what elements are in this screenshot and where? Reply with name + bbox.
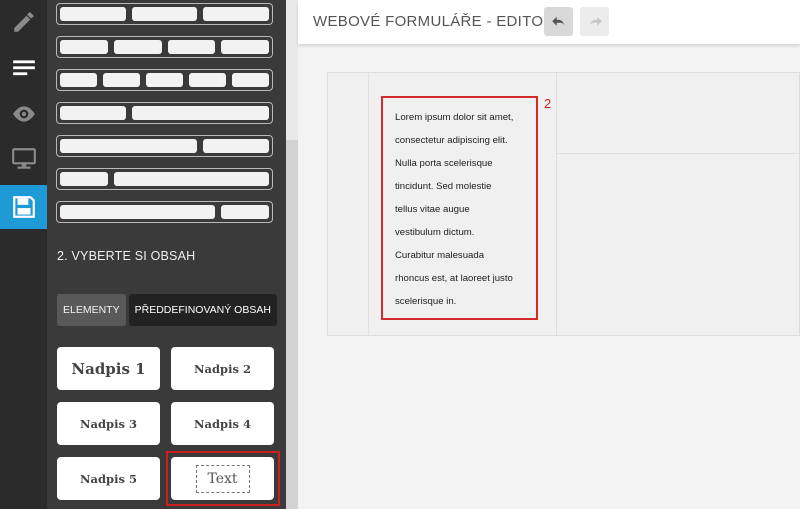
redo-icon	[589, 16, 602, 26]
layout-row-3-1-cols[interactable]	[56, 201, 273, 223]
text-line: Curabitur malesuada	[395, 250, 485, 261]
tab-elementy[interactable]: ELEMENTY	[57, 294, 126, 326]
content-tool-button[interactable]	[0, 46, 47, 90]
icon-rail	[0, 0, 47, 509]
redo-button[interactable]	[580, 7, 609, 36]
content-tabs: ELEMENTY PŘEDDEFINOVANÝ OBSAH	[57, 294, 277, 326]
text-line: scelerisque in.	[395, 296, 457, 307]
text-line: consectetur adipiscing elit.	[395, 135, 508, 146]
text-line: rhoncus est, at laoreet justo	[395, 273, 513, 284]
text-line: tincidunt. Sed molestie	[395, 181, 492, 192]
highlight-box-1	[166, 451, 280, 506]
tab-preddefinovany-obsah[interactable]: PŘEDDEFINOVANÝ OBSAH	[128, 294, 277, 326]
layout-row-1-2-cols[interactable]	[56, 102, 273, 124]
monitor-icon	[11, 148, 36, 169]
layout-row-1-3-cols[interactable]	[56, 168, 273, 190]
tile-nadpis-5[interactable]: Nadpis 5	[57, 457, 160, 500]
text-line: vestibulum dictum.	[395, 227, 475, 238]
panel-scrollbar-thumb[interactable]	[286, 0, 298, 140]
marker-2: 2	[544, 96, 552, 111]
tile-nadpis-3[interactable]: Nadpis 3	[57, 402, 160, 445]
undo-icon	[551, 16, 564, 26]
edit-tool-button[interactable]	[0, 0, 47, 44]
save-icon	[12, 196, 35, 218]
text-line: tellus vitae augue	[395, 204, 470, 215]
text-line: Lorem ipsum dolor sit amet,	[395, 112, 514, 123]
page-title: WEBOVÉ FORMULÁŘE - EDITOR	[313, 13, 555, 30]
tile-nadpis-1[interactable]: Nadpis 1	[57, 347, 160, 390]
eye-icon	[12, 106, 35, 122]
layout-row-2-1-cols[interactable]	[56, 135, 273, 157]
text-line: Nulla porta scelerisque	[395, 158, 493, 169]
undo-button[interactable]	[544, 7, 573, 36]
display-tool-button[interactable]	[0, 137, 47, 181]
editor-header: WEBOVÉ FORMULÁŘE - EDITOR	[298, 0, 800, 44]
layout-row-5-cols[interactable]	[56, 69, 273, 91]
form-canvas[interactable]: Lorem ipsum dolor sit amet, consectetur …	[327, 72, 800, 336]
section-title: 2. VYBERTE SI OBSAH	[57, 249, 196, 263]
save-tool-button[interactable]	[0, 185, 47, 229]
paragraph-icon	[12, 60, 35, 76]
tile-nadpis-2[interactable]: Nadpis 2	[171, 347, 274, 390]
tile-nadpis-4[interactable]: Nadpis 4	[171, 402, 274, 445]
layout-row-4-cols[interactable]	[56, 36, 273, 58]
text-element[interactable]: Lorem ipsum dolor sit amet, consectetur …	[381, 96, 538, 320]
pencil-icon	[13, 12, 34, 32]
layout-row-3-cols[interactable]	[56, 3, 273, 25]
preview-tool-button[interactable]	[0, 92, 47, 136]
